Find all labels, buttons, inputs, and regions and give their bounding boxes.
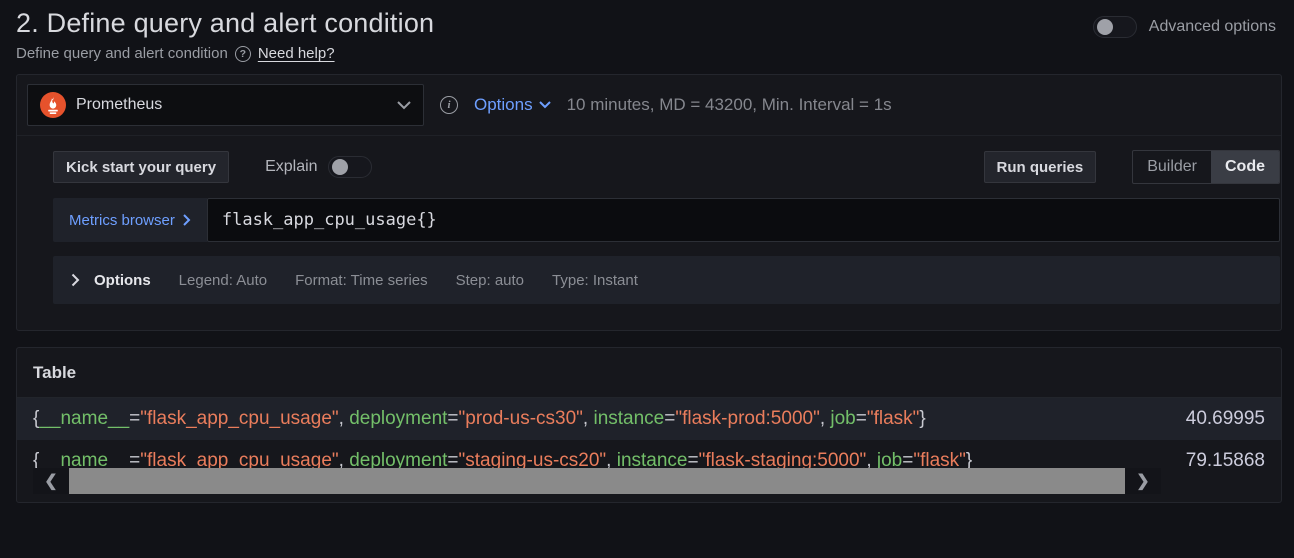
explain-toggle[interactable] [328,156,372,178]
options-dropdown[interactable]: Options [474,95,551,115]
kickstart-query-button[interactable]: Kick start your query [53,151,229,183]
chevron-right-icon [183,214,191,226]
option-legend: Legend: Auto [179,272,267,289]
page-title: 2. Define query and alert condition [16,8,1278,39]
query-options-summary: 10 minutes, MD = 43200, Min. Interval = … [567,95,892,115]
table-panel-title: Table [17,348,1281,398]
chevron-down-icon [539,101,551,109]
scroll-left-button[interactable]: ❮ [33,468,69,494]
table-row: {__name__="flask_app_cpu_usage", deploym… [17,398,1281,440]
option-step: Step: auto [456,272,524,289]
help-circle-icon[interactable]: ? [235,46,251,62]
promql-query-input[interactable] [207,198,1280,242]
chevron-right-icon[interactable] [71,273,80,287]
metrics-browser-button[interactable]: Metrics browser [53,198,207,242]
explain-label: Explain [265,158,317,176]
chevron-down-icon [397,101,411,110]
query-options-row[interactable]: Options Legend: Auto Format: Time series… [53,256,1280,304]
metric-labels: {__name__="flask_app_cpu_usage", deploym… [33,408,1153,430]
horizontal-scrollbar[interactable]: ❮ ❯ [33,468,1161,494]
mode-builder[interactable]: Builder [1133,151,1211,183]
scroll-right-button[interactable]: ❯ [1125,468,1161,494]
option-type: Type: Instant [552,272,638,289]
scrollbar-thumb[interactable] [69,468,1125,494]
run-queries-button[interactable]: Run queries [984,151,1097,183]
options-dropdown-label: Options [474,95,533,115]
label-name: __name__ [39,408,129,429]
options-collapse-label[interactable]: Options [94,272,151,289]
label-value: "flask" [867,408,920,429]
toggle-knob [1097,19,1113,35]
results-table-panel: Table {__name__="flask_app_cpu_usage", d… [16,347,1282,503]
info-icon[interactable]: i [440,96,458,114]
label-value: "flask_app_cpu_usage" [140,408,338,429]
option-format: Format: Time series [295,272,428,289]
prometheus-icon [40,92,66,118]
metric-value: 79.15868 [1153,450,1265,472]
query-editor-panel: Prometheus i Options 10 minutes, MD = 43… [16,74,1282,331]
label-name: job [830,408,855,429]
toggle-knob [332,159,348,175]
page-subtitle: Define query and alert condition [16,45,228,62]
metric-value: 40.69995 [1153,408,1265,430]
metrics-browser-label: Metrics browser [69,212,175,229]
step-header: 2. Define query and alert condition Defi… [0,0,1294,72]
label-name: instance [593,408,664,429]
editor-mode-switch: Builder Code [1132,150,1280,184]
label-name: deployment [349,408,447,429]
need-help-link[interactable]: Need help? [258,45,335,62]
mode-code[interactable]: Code [1211,151,1279,183]
datasource-name: Prometheus [76,96,387,114]
datasource-picker[interactable]: Prometheus [27,84,424,126]
label-value: "prod-us-cs30" [459,408,583,429]
label-value: "flask-prod:5000" [675,408,819,429]
advanced-options-label: Advanced options [1149,18,1276,36]
advanced-options-toggle[interactable] [1093,16,1137,38]
